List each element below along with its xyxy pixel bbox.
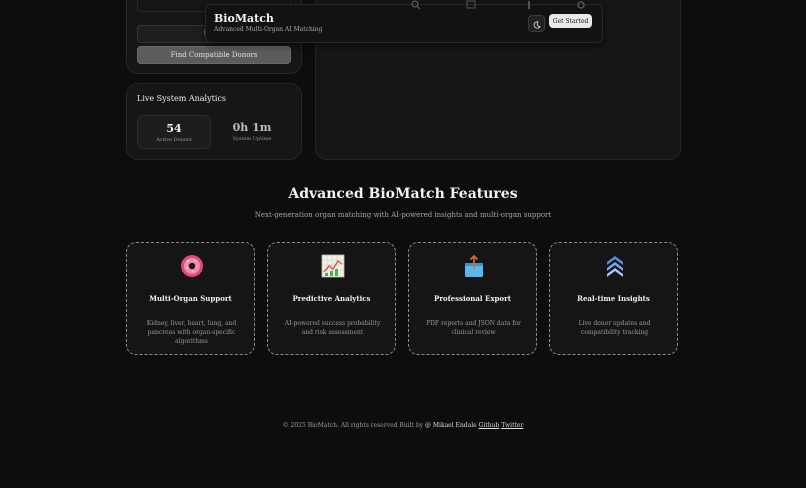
feature-card-realtime-insights: Real-time Insights Live donor updates an… [549,242,678,355]
moon-icon [533,14,541,33]
footer: © 2025 BioMatch. All rights reserved Bui… [0,422,806,429]
active-donors-stat: 54 Active Donors [137,115,211,149]
navbar: BioMatch Advanced Multi-Organ AI Matchin… [205,0,603,43]
twitter-link[interactable]: Twitter [501,422,523,429]
theme-toggle-button[interactable] [528,15,545,32]
gear-icon [576,0,588,10]
find-compatible-donors-button[interactable]: Find Compatible Donors [137,46,291,64]
active-donors-value: 54 [166,121,182,135]
brand-subtitle: Advanced Multi-Organ AI Matching [214,26,323,33]
active-donors-label: Active Donors [156,136,192,143]
chart-icon [321,254,345,278]
feature-card-multi-organ: Multi-Organ Support Kidney, liver, heart… [126,242,255,355]
author-name: @ Mikael Endale [425,422,477,429]
system-uptime-stat: 0h 1m System Uptime [216,115,288,147]
copyright-text: © 2025 BioMatch. All rights reserved Bui… [282,422,424,429]
card-description: Kidney, liver, heart, lung, and pancreas… [146,320,237,345]
export-box-icon [462,254,486,278]
feature-card-professional-export: Professional Export PDF reports and JSON… [408,242,537,355]
layers-chevron-icon [603,254,627,278]
system-uptime-value: 0h 1m [232,120,272,134]
card-description: Live donor updates and compatibility tra… [578,320,651,336]
card-title: Professional Export [433,294,511,303]
features-title: Advanced BioMatch Features [288,186,518,202]
bar-icon [524,0,536,10]
card-title: Multi-Organ Support [149,294,232,303]
search-icon [411,0,423,10]
card-description: PDF reports and JSON data for clinical r… [426,320,521,336]
system-uptime-label: System Uptime [232,135,272,142]
brand-title[interactable]: BioMatch [214,12,274,25]
get-started-button[interactable]: Get Started [549,14,592,28]
live-analytics-panel: Live System Analytics 54 Active Donors 0… [126,83,302,160]
features-subtitle: Next-generation organ matching with AI-p… [254,211,552,219]
card-title: Predictive Analytics [292,294,371,303]
feature-card-predictive-analytics: Predictive Analytics AI-powered success … [267,242,396,355]
window-icon [466,0,478,10]
donut-icon [180,254,204,278]
card-title: Real-time Insights [577,294,650,303]
card-description: AI-powered success probability and risk … [284,320,381,336]
analytics-title: Live System Analytics [137,94,226,103]
github-link[interactable]: Github [479,422,500,429]
